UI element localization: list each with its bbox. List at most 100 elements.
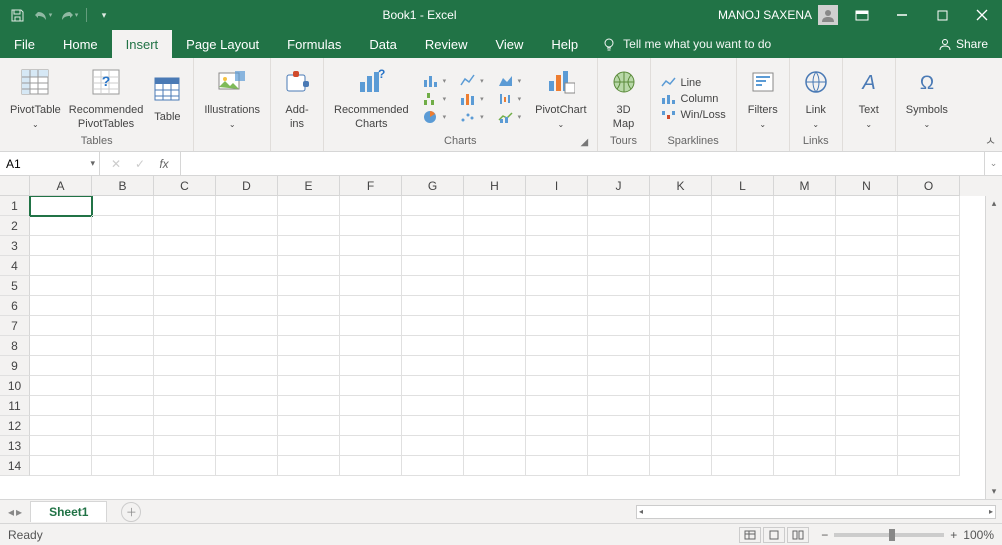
cell[interactable]	[898, 416, 960, 436]
cell[interactable]	[464, 436, 526, 456]
row-header[interactable]: 4	[0, 256, 30, 276]
zoom-in-button[interactable]: +	[950, 528, 957, 542]
row-header[interactable]: 2	[0, 216, 30, 236]
pivotchart-button[interactable]: PivotChart⌄	[531, 64, 590, 132]
cell[interactable]	[836, 316, 898, 336]
cell[interactable]	[92, 296, 154, 316]
cell[interactable]	[340, 296, 402, 316]
cell[interactable]	[464, 296, 526, 316]
tab-formulas[interactable]: Formulas	[273, 30, 355, 58]
cell[interactable]	[92, 236, 154, 256]
cell[interactable]	[898, 456, 960, 476]
sparkline-column-button[interactable]: Column	[657, 92, 730, 106]
tab-insert[interactable]: Insert	[112, 30, 173, 58]
cell[interactable]	[588, 336, 650, 356]
select-all-corner[interactable]	[0, 176, 30, 196]
cell[interactable]	[836, 396, 898, 416]
zoom-out-button[interactable]: −	[821, 528, 828, 542]
cell[interactable]	[588, 196, 650, 216]
cell[interactable]	[402, 436, 464, 456]
cell[interactable]	[30, 416, 92, 436]
cell[interactable]	[898, 396, 960, 416]
row-header[interactable]: 8	[0, 336, 30, 356]
cell[interactable]	[774, 456, 836, 476]
cell[interactable]	[402, 456, 464, 476]
cell[interactable]	[30, 396, 92, 416]
cell[interactable]	[774, 296, 836, 316]
tab-help[interactable]: Help	[537, 30, 592, 58]
cell[interactable]	[464, 356, 526, 376]
text-button[interactable]: A Text⌄	[849, 64, 889, 132]
cell[interactable]	[774, 256, 836, 276]
cell[interactable]	[526, 296, 588, 316]
tell-me-search[interactable]: Tell me what you want to do	[602, 37, 771, 52]
cell[interactable]	[154, 196, 216, 216]
addins-button[interactable]: Add- ins	[277, 64, 317, 132]
cell[interactable]	[650, 376, 712, 396]
cell[interactable]	[774, 376, 836, 396]
cell[interactable]	[278, 196, 340, 216]
cell[interactable]	[402, 356, 464, 376]
cell[interactable]	[340, 316, 402, 336]
cell[interactable]	[650, 296, 712, 316]
cell[interactable]	[92, 196, 154, 216]
normal-view-button[interactable]	[739, 527, 761, 543]
cell[interactable]	[712, 356, 774, 376]
cell[interactable]	[154, 316, 216, 336]
3d-map-button[interactable]: 3D Map	[604, 64, 644, 132]
cell[interactable]	[340, 276, 402, 296]
cell[interactable]	[712, 336, 774, 356]
pivottable-button[interactable]: PivotTable⌄	[6, 64, 65, 132]
charts-dialog-launcher[interactable]: ◢	[581, 137, 593, 149]
cell[interactable]	[402, 416, 464, 436]
cell[interactable]	[402, 296, 464, 316]
cell[interactable]	[216, 456, 278, 476]
cell[interactable]	[526, 256, 588, 276]
cell[interactable]	[216, 236, 278, 256]
column-chart-button[interactable]: ▾	[419, 73, 451, 89]
cell[interactable]	[154, 436, 216, 456]
cell[interactable]	[526, 196, 588, 216]
cell[interactable]	[650, 216, 712, 236]
cell[interactable]	[278, 236, 340, 256]
cell[interactable]	[402, 316, 464, 336]
tab-view[interactable]: View	[481, 30, 537, 58]
cell[interactable]	[216, 216, 278, 236]
cell[interactable]	[92, 356, 154, 376]
cell[interactable]	[464, 256, 526, 276]
pie-chart-button[interactable]: ▾	[419, 109, 451, 125]
cell[interactable]	[464, 316, 526, 336]
cell[interactable]	[712, 296, 774, 316]
zoom-slider[interactable]	[834, 533, 944, 537]
cell[interactable]	[402, 256, 464, 276]
cell[interactable]	[154, 256, 216, 276]
page-layout-view-button[interactable]	[763, 527, 785, 543]
table-button[interactable]: Table	[147, 71, 187, 126]
vertical-scrollbar[interactable]: ▴▾	[985, 196, 1002, 499]
cell[interactable]	[92, 316, 154, 336]
cell[interactable]	[30, 256, 92, 276]
cell[interactable]	[898, 276, 960, 296]
cell[interactable]	[154, 296, 216, 316]
hierarchy-chart-button[interactable]: ▾	[419, 91, 451, 107]
cell[interactable]	[464, 216, 526, 236]
row-header[interactable]: 10	[0, 376, 30, 396]
cell[interactable]	[650, 196, 712, 216]
cell[interactable]	[30, 296, 92, 316]
cell[interactable]	[216, 316, 278, 336]
cell[interactable]	[526, 396, 588, 416]
cell[interactable]	[650, 316, 712, 336]
cell[interactable]	[774, 336, 836, 356]
sheet-nav-next[interactable]: ▸	[16, 505, 22, 519]
recommended-charts-button[interactable]: ? Recommended Charts	[330, 64, 413, 132]
cell[interactable]	[774, 316, 836, 336]
cell[interactable]	[402, 336, 464, 356]
cell[interactable]	[650, 396, 712, 416]
cell[interactable]	[526, 336, 588, 356]
cell[interactable]	[278, 436, 340, 456]
col-header[interactable]: I	[526, 176, 588, 196]
cell[interactable]	[278, 256, 340, 276]
cell[interactable]	[92, 456, 154, 476]
cell[interactable]	[774, 236, 836, 256]
row-header[interactable]: 1	[0, 196, 30, 216]
